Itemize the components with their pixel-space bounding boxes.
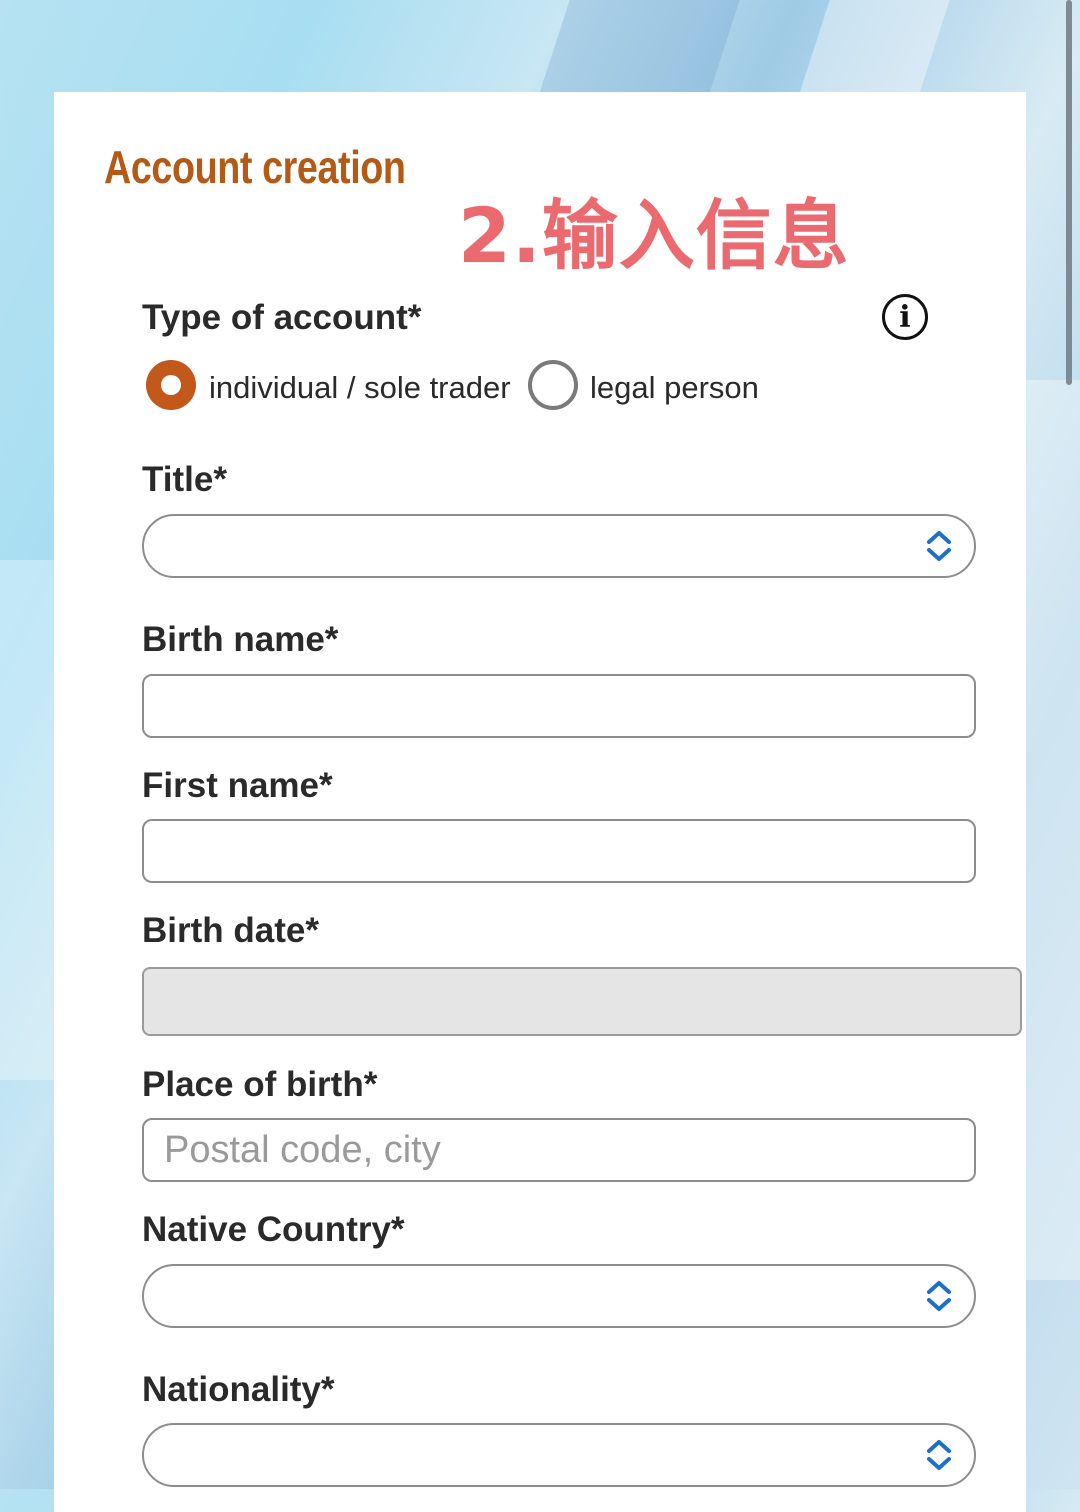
native-country-label: Native Country* bbox=[142, 1210, 405, 1249]
native-country-select[interactable] bbox=[142, 1264, 976, 1328]
annotation-overlay-text: 2.输入信息 bbox=[458, 191, 850, 280]
select-chevron-icon bbox=[927, 1281, 951, 1311]
nationality-label: Nationality* bbox=[142, 1370, 335, 1409]
info-icon[interactable]: i bbox=[882, 294, 928, 340]
birth-date-label: Birth date* bbox=[142, 911, 319, 950]
place-of-birth-field[interactable] bbox=[144, 1120, 974, 1180]
page-scrollbar[interactable] bbox=[1066, 0, 1072, 385]
title-label: Title* bbox=[142, 460, 227, 499]
radio-individual[interactable] bbox=[146, 360, 196, 410]
background-streak bbox=[1026, 380, 1080, 1280]
first-name-field[interactable] bbox=[144, 821, 974, 881]
nationality-select[interactable] bbox=[142, 1423, 976, 1487]
background-streak bbox=[797, 0, 963, 100]
title-select[interactable] bbox=[142, 514, 976, 578]
radio-individual-label[interactable]: individual / sole trader bbox=[209, 370, 511, 406]
select-chevron-icon bbox=[927, 1440, 951, 1470]
birth-name-field[interactable] bbox=[144, 676, 974, 736]
background-streak bbox=[537, 0, 753, 100]
place-of-birth-input[interactable] bbox=[142, 1118, 976, 1182]
birth-name-input[interactable] bbox=[142, 674, 976, 738]
radio-legal-person-label[interactable]: legal person bbox=[590, 370, 759, 406]
place-of-birth-label: Place of birth* bbox=[142, 1065, 378, 1104]
account-type-label: Type of account* bbox=[142, 298, 422, 337]
page-title: Account creation bbox=[104, 141, 406, 193]
first-name-label: First name* bbox=[142, 766, 333, 805]
background-streak bbox=[0, 560, 54, 1080]
radio-legal-person[interactable] bbox=[528, 360, 578, 410]
account-creation-card: Account creation 2.输入信息 Type of account*… bbox=[54, 92, 1026, 1512]
birth-name-label: Birth name* bbox=[142, 620, 339, 659]
select-chevron-icon bbox=[927, 531, 951, 561]
first-name-input[interactable] bbox=[142, 819, 976, 883]
birth-date-input[interactable] bbox=[142, 967, 1022, 1036]
